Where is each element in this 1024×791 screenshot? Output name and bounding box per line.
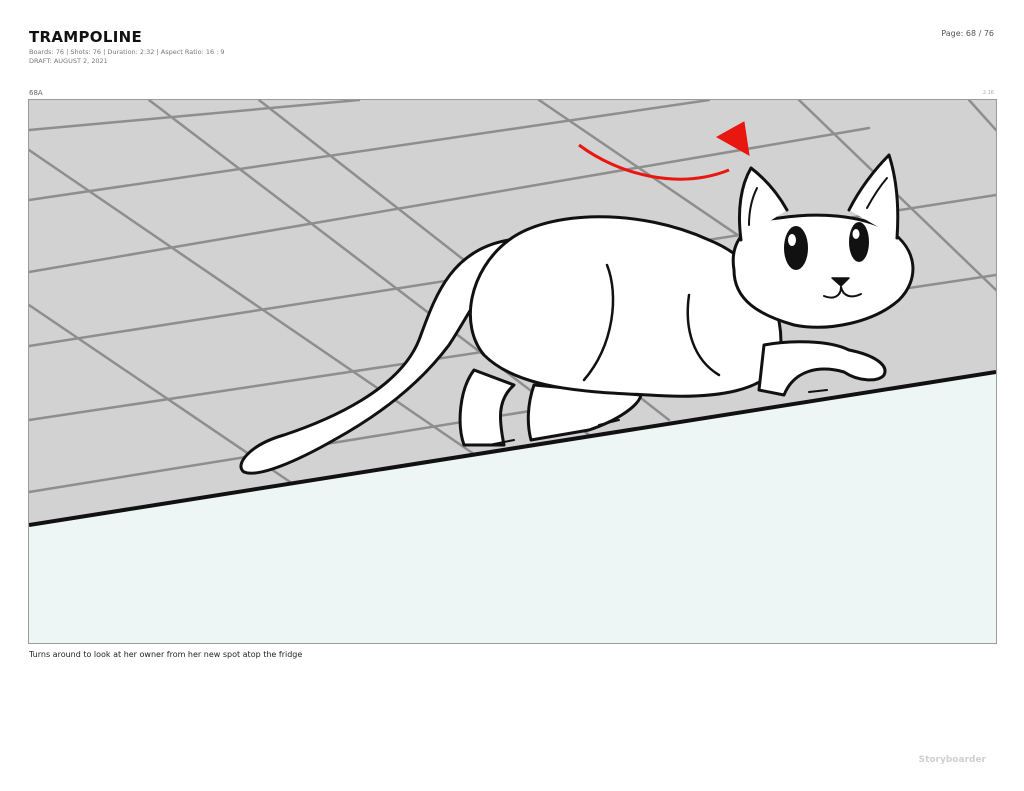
cat-right-eye xyxy=(849,222,869,262)
page-indicator: Page: 68 / 76 xyxy=(941,29,994,38)
board-duration: 2.16 xyxy=(982,90,994,96)
board-illustration xyxy=(29,100,996,643)
board-caption: Turns around to look at her owner from h… xyxy=(29,650,303,659)
draft-date: DRAFT: AUGUST 2, 2021 xyxy=(29,57,108,65)
cat-head xyxy=(731,213,915,329)
storyboard-frame xyxy=(28,99,997,644)
storyboarder-brand: Storyboarder xyxy=(918,755,986,765)
cat-left-eye-shine xyxy=(788,234,796,246)
project-stats: Boards: 76 | Shots: 76 | Duration: 2:32 … xyxy=(29,48,225,56)
cat-right-eye-shine xyxy=(852,229,860,239)
project-title: TRAMPOLINE xyxy=(29,28,143,46)
cat-left-eye xyxy=(784,226,808,270)
board-number: 68A xyxy=(29,89,43,97)
